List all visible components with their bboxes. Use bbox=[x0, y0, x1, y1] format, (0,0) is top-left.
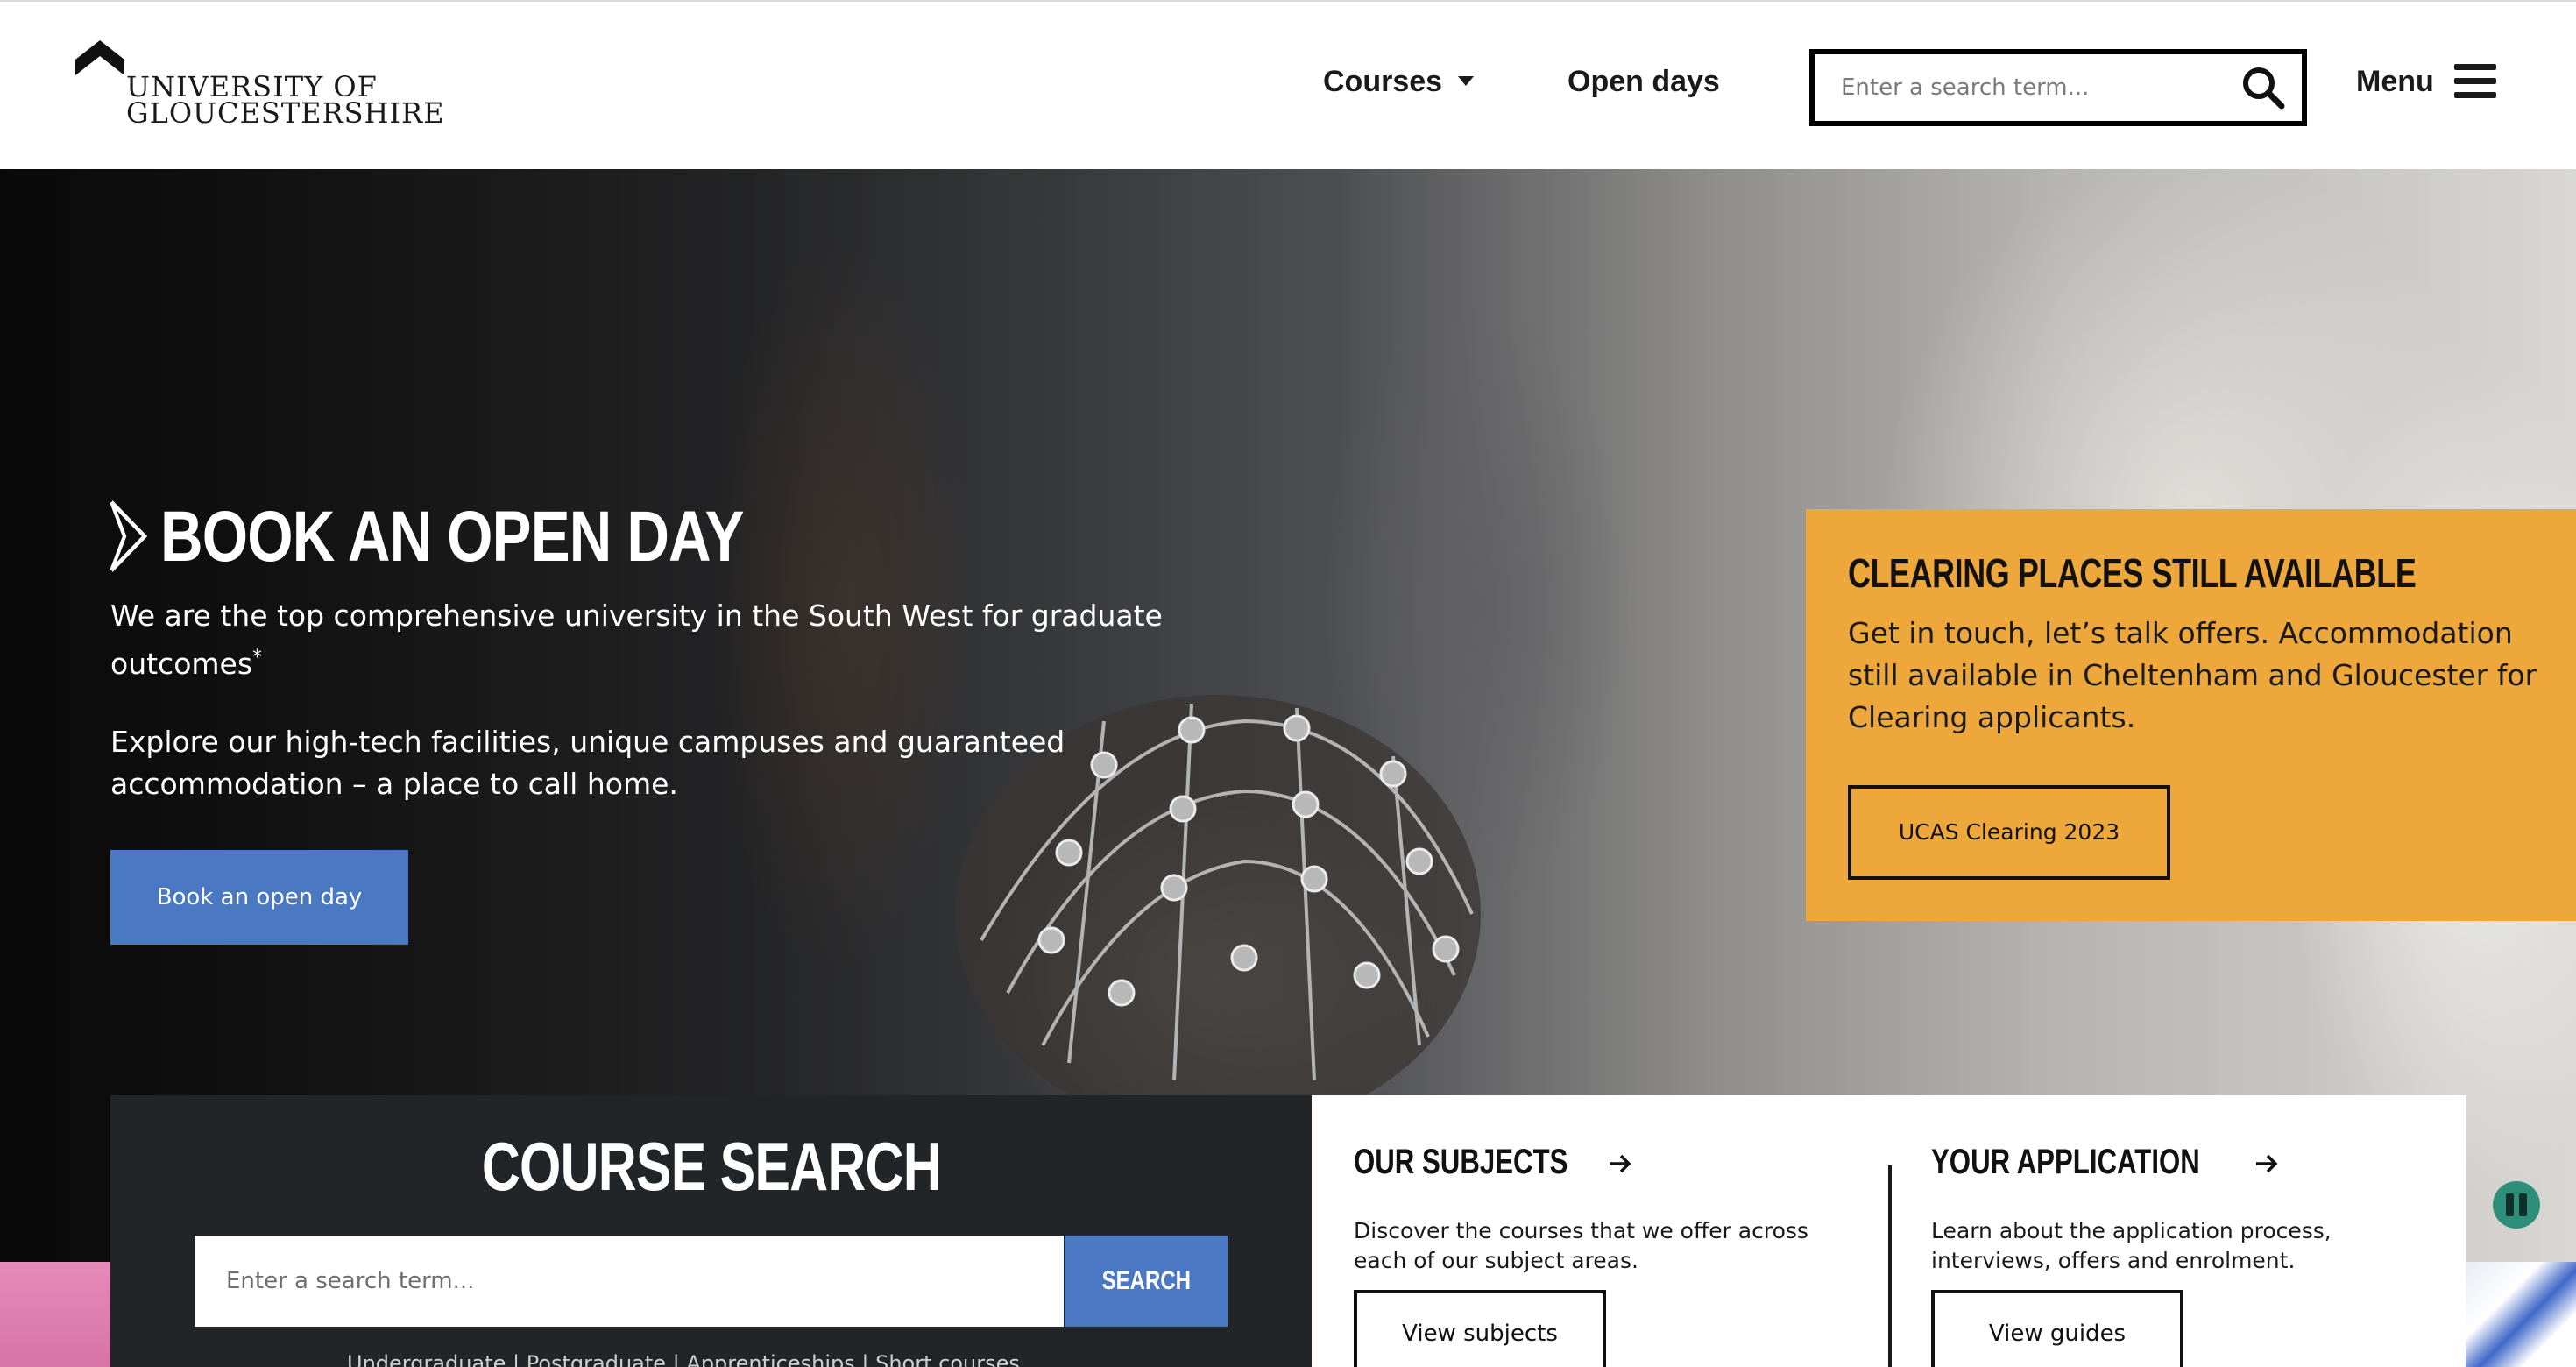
footnote-marker: * bbox=[252, 647, 263, 669]
info-panel: OUR SUBJECTS Discover the courses that w… bbox=[1312, 1095, 2466, 1367]
nav-courses-label: Courses bbox=[1323, 65, 1443, 98]
your-application-section: YOUR APPLICATION Learn about the applica… bbox=[1931, 1095, 2474, 1367]
university-logo[interactable]: UNIVERSITY OF GLOUCESTERSHIRE bbox=[75, 40, 444, 137]
ucas-clearing-button[interactable]: UCAS Clearing 2023 bbox=[1848, 785, 2170, 880]
pause-video-button[interactable] bbox=[2493, 1181, 2540, 1229]
view-subjects-button[interactable]: View subjects bbox=[1354, 1290, 1606, 1367]
logo-wordmark: UNIVERSITY OF GLOUCESTERSHIRE bbox=[126, 73, 445, 130]
our-subjects-title: OUR SUBJECTS bbox=[1354, 1143, 1568, 1181]
hero-background-image bbox=[955, 695, 1481, 1116]
our-subjects-section: OUR SUBJECTS Discover the courses that w… bbox=[1354, 1095, 1897, 1367]
header-search bbox=[1809, 49, 2307, 126]
course-search-title-text: COURSE SEARCH bbox=[481, 1128, 942, 1205]
decorative-strip-left bbox=[0, 1262, 110, 1367]
course-search-button-label: SEARCH bbox=[1101, 1266, 1191, 1295]
our-subjects-link[interactable]: OUR SUBJECTS bbox=[1354, 1143, 1633, 1182]
clearing-text: Get in touch, let’s talk offers. Accommo… bbox=[1848, 616, 2537, 734]
our-subjects-text: Discover the courses that we offer acros… bbox=[1354, 1218, 1808, 1273]
course-search-input[interactable] bbox=[195, 1236, 1064, 1327]
site-header: UNIVERSITY OF GLOUCESTERSHIRE Courses Op… bbox=[0, 0, 2576, 169]
header-search-input[interactable] bbox=[1841, 70, 2226, 105]
your-application-title: YOUR APPLICATION bbox=[1931, 1143, 2200, 1181]
course-type-links[interactable]: Undergraduate | Postgraduate | Apprentic… bbox=[347, 1351, 1020, 1367]
your-application-link[interactable]: YOUR APPLICATION bbox=[1931, 1143, 2280, 1182]
title-chevron-icon bbox=[110, 500, 148, 572]
view-guides-button[interactable]: View guides bbox=[1931, 1290, 2183, 1367]
course-search-panel: COURSE SEARCH SEARCH Undergraduate | Pos… bbox=[110, 1095, 1312, 1367]
logo-line-2: GLOUCESTERSHIRE bbox=[126, 96, 445, 130]
chevron-down-icon bbox=[1458, 75, 1475, 86]
hero-title-text: BOOK AN OPEN DAY bbox=[160, 497, 744, 577]
clearing-title: CLEARING PLACES STILL AVAILABLE bbox=[1848, 550, 2417, 596]
menu-button[interactable]: Menu bbox=[2356, 63, 2497, 99]
hero-subtitle-text: We are the top comprehensive university … bbox=[110, 599, 1163, 681]
nav-courses-dropdown[interactable]: Courses bbox=[1323, 65, 1475, 99]
menu-label: Menu bbox=[2356, 64, 2434, 98]
decorative-strip-right bbox=[2466, 1262, 2576, 1367]
logo-chevron-icon bbox=[75, 40, 124, 75]
book-open-day-button[interactable]: Book an open day bbox=[110, 850, 408, 945]
nav-open-days-link[interactable]: Open days bbox=[1568, 65, 1720, 99]
your-application-text: Learn about the application process, int… bbox=[1931, 1218, 2332, 1273]
course-search-button[interactable]: SEARCH bbox=[1065, 1236, 1228, 1327]
arrow-right-icon bbox=[2256, 1155, 2278, 1173]
column-divider bbox=[1888, 1165, 1892, 1367]
hamburger-menu-icon bbox=[2454, 64, 2497, 99]
clearing-card: CLEARING PLACES STILL AVAILABLE Get in t… bbox=[1806, 509, 2576, 921]
hero-body-text: Explore our high-tech facilities, unique… bbox=[110, 725, 1065, 801]
course-search-title: COURSE SEARCH bbox=[110, 1127, 1312, 1207]
hero-subtitle: We are the top comprehensive university … bbox=[110, 595, 1249, 685]
search-icon[interactable] bbox=[2240, 65, 2286, 110]
arrow-right-icon bbox=[1609, 1155, 1631, 1173]
